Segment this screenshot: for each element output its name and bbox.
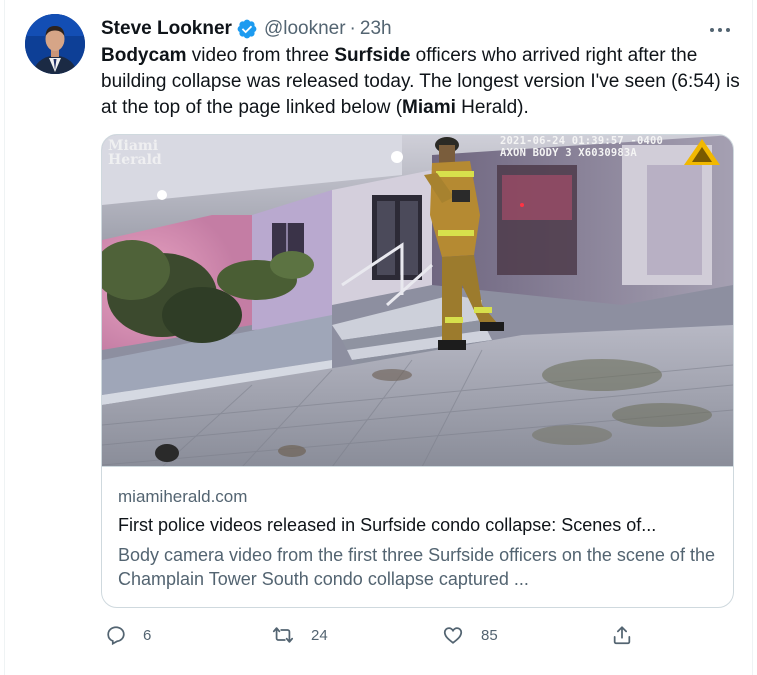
tweet[interactable]: Steve Lookner @lookner · 23h Bodycam vid…	[4, 0, 753, 675]
share-button[interactable]	[611, 621, 633, 649]
more-icon	[710, 28, 714, 32]
separator-dot: ·	[349, 18, 356, 39]
author-name[interactable]: Steve Lookner	[101, 18, 232, 40]
stamp-line: AXON BODY 3 X6030983A	[500, 147, 637, 159]
retweet-icon	[272, 627, 294, 643]
like-button[interactable]: 85	[441, 621, 498, 649]
like-icon	[443, 627, 463, 644]
tweet-header: Steve Lookner @lookner · 23h	[101, 16, 392, 42]
reply-button[interactable]: 6	[105, 621, 151, 649]
tweet-text-segment: Miami	[402, 97, 456, 118]
tweet-text: Bodycam video from three Surfside office…	[101, 43, 741, 121]
card-domain: miamiherald.com	[118, 487, 248, 506]
reply-count: 6	[143, 626, 152, 644]
card-title: First police videos released in Surfside…	[118, 515, 657, 535]
avatar[interactable]	[25, 14, 85, 74]
tweet-text-segment: Surfside	[334, 45, 411, 66]
card-description: Body camera video from the first three S…	[118, 545, 715, 589]
retweet-count: 24	[311, 626, 328, 644]
card-image[interactable]: Miami Herald 2021-06-24 01:39:57 -0400 A…	[102, 135, 733, 467]
reply-icon	[107, 626, 125, 646]
share-icon	[613, 626, 631, 645]
stamp-line: 2021-06-24 01:39:57 -0400	[500, 135, 664, 147]
tweet-actions: 6 24 85	[101, 621, 641, 649]
like-count: 85	[481, 626, 498, 644]
watermark-line: Herald	[108, 152, 162, 168]
tweet-text-segment: Bodycam	[101, 45, 187, 66]
retweet-button[interactable]: 24	[271, 621, 328, 649]
bodycam-still-image	[102, 135, 733, 466]
more-options-button[interactable]	[705, 18, 735, 42]
timestamp[interactable]: 23h	[360, 18, 392, 40]
tweet-text-segment: Herald).	[455, 97, 529, 118]
avatar-icon	[25, 14, 85, 74]
more-icon-dot	[726, 28, 730, 32]
bodycam-timestamp: 2021-06-24 01:39:57 -0400 AXON BODY 3 X6…	[500, 135, 663, 159]
card-watermark: Miami Herald	[108, 139, 162, 167]
axon-logo-icon	[684, 139, 720, 165]
watermark-line: Miami	[108, 138, 159, 154]
verified-badge-icon	[236, 18, 258, 40]
author-handle[interactable]: @lookner	[264, 18, 346, 40]
link-card[interactable]: Miami Herald 2021-06-24 01:39:57 -0400 A…	[101, 134, 734, 608]
tweet-text-segment: video from three	[186, 45, 335, 66]
more-icon-dot	[718, 28, 722, 32]
